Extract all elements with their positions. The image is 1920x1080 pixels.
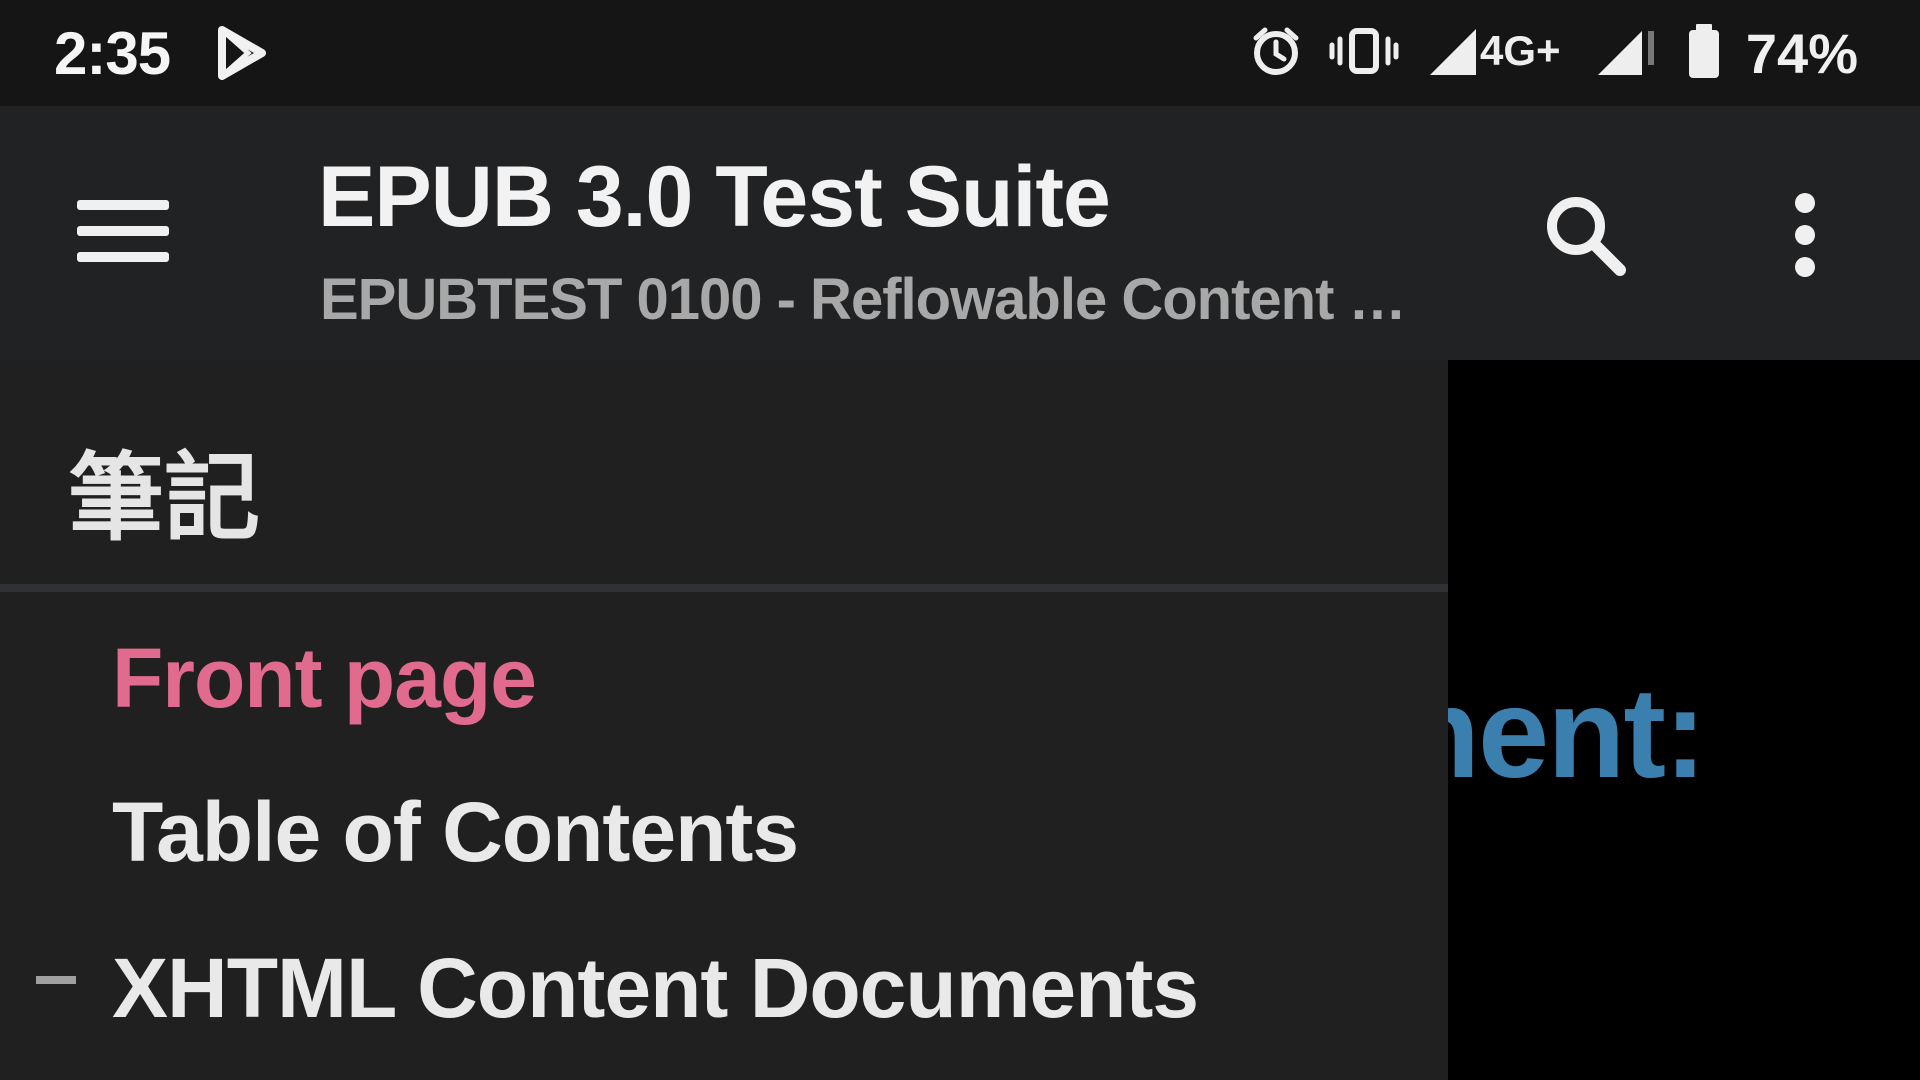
navigation-drawer: 筆記 Front page Table of Contents XHTML Co…: [0, 360, 1448, 1080]
vibrate-icon: [1326, 23, 1402, 84]
android-screen: 2:35 4G+ 74% EPUB 3.0 Test Suite EPUBTES…: [0, 0, 1920, 1080]
signal-4g-plus-icon: 4G+: [1424, 23, 1570, 84]
book-subtitle: EPUBTEST 0100 - Reflowable Content Te...: [320, 267, 1430, 332]
nav-item-front-page[interactable]: Front page: [112, 630, 537, 727]
play-store-icon: [212, 24, 270, 82]
drawer-divider: [0, 584, 1448, 592]
status-left: 2:35: [54, 0, 270, 106]
search-icon: [1540, 190, 1630, 285]
nav-item-xhtml-content-documents[interactable]: XHTML Content Documents: [112, 940, 1199, 1037]
collapse-section-icon[interactable]: [36, 976, 76, 984]
battery-icon: [1684, 22, 1724, 85]
battery-percentage: 74%: [1745, 21, 1858, 85]
status-right: 4G+ 74%: [1248, 0, 1858, 106]
menu-button[interactable]: [70, 190, 176, 276]
app-bar: EPUB 3.0 Test Suite EPUBTEST 0100 - Refl…: [0, 106, 1920, 360]
book-title: EPUB 3.0 Test Suite: [318, 149, 1111, 245]
more-options-button[interactable]: [1760, 182, 1850, 292]
search-button[interactable]: [1530, 182, 1640, 292]
svg-text:4G+: 4G+: [1480, 27, 1561, 74]
signal-icon: [1592, 23, 1662, 84]
more-vert-icon: [1790, 190, 1820, 285]
nav-item-table-of-contents[interactable]: Table of Contents: [112, 784, 799, 881]
status-bar: 2:35 4G+ 74%: [0, 0, 1920, 106]
menu-icon: [75, 196, 171, 271]
alarm-icon: [1248, 23, 1304, 84]
drawer-header: 筆記: [68, 442, 260, 554]
status-time: 2:35: [54, 19, 171, 87]
